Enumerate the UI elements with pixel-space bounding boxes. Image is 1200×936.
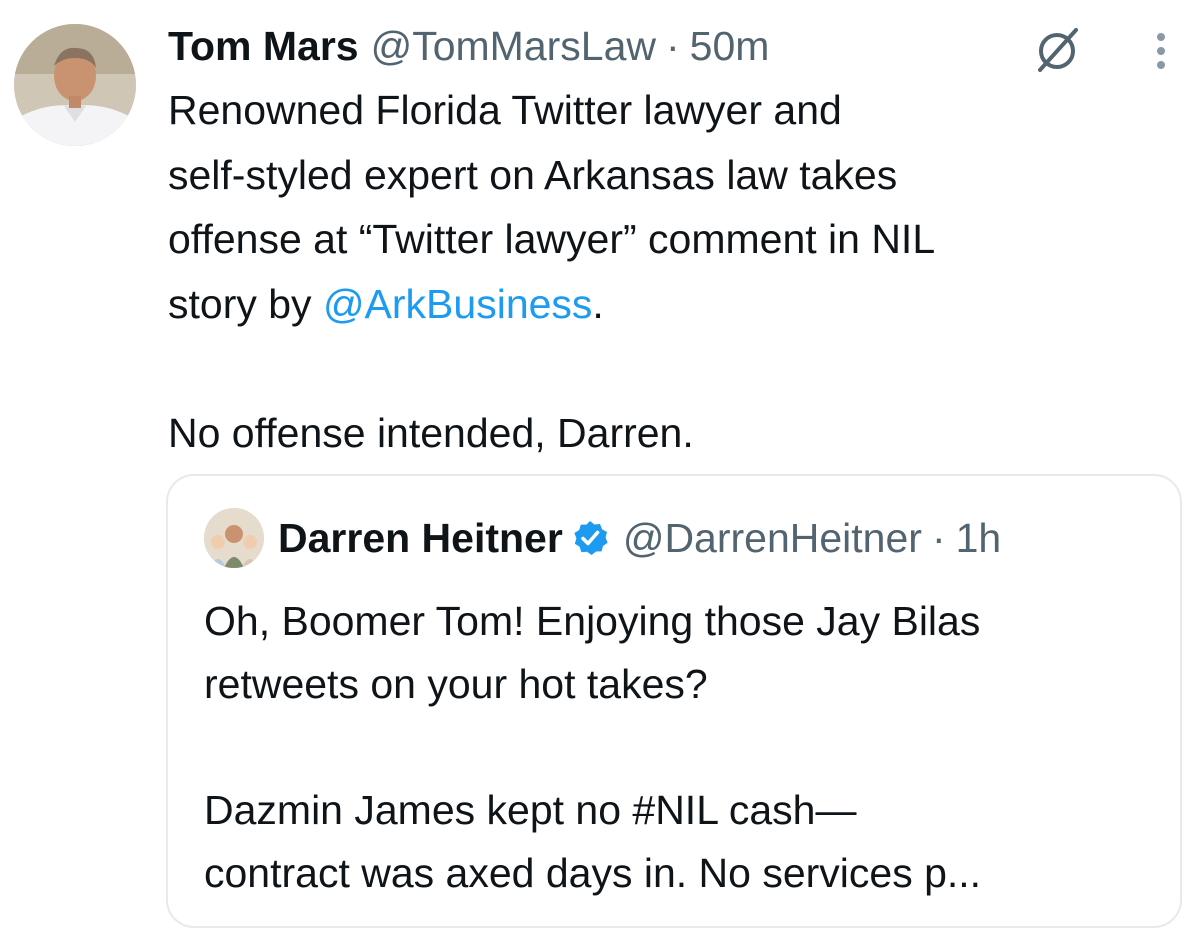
quoted-text-line: contract was axed days in. No services p… [204,850,982,896]
quoted-author-name: Darren Heitner [278,514,563,561]
slashed-circle-icon[interactable] [1030,22,1086,78]
quoted-text-line: Dazmin James kept no #NIL cash— [204,787,857,833]
more-vertical-icon[interactable] [1146,30,1176,72]
quoted-tweet-text: Oh, Boomer Tom! Enjoying those Jay Bilas… [204,590,1164,905]
quoted-tweet-timestamp: 1h [955,514,1002,561]
tweet-text-segment: story by [168,280,323,327]
quoted-tweet-card[interactable]: Darren Heitner @DarrenHeitner · 1h Oh, B… [166,474,1182,928]
quoted-author-handle: @DarrenHeitner [622,514,922,561]
tweet-timestamp[interactable]: 50m [690,18,770,74]
tweet-text-line: No offense intended, Darren. [168,409,694,456]
verified-badge-icon [574,521,608,555]
tweet-text-segment: . [592,280,604,327]
mention-link[interactable]: @ArkBusiness [323,281,592,327]
quoted-header-separator: · [931,514,946,561]
tweet-text-line: self-styled expert on Arkansas law takes [168,151,898,198]
quoted-author-avatar [204,508,264,568]
quoted-text-line: retweets on your hot takes? [204,661,708,707]
author-avatar[interactable] [14,24,136,146]
header-separator: · [666,23,680,69]
tweet-header: Tom Mars @TomMarsLaw · 50m [168,18,769,74]
author-name[interactable]: Tom Mars [168,18,359,74]
quoted-text-line: Oh, Boomer Tom! Enjoying those Jay Bilas [204,598,981,644]
tweet-text-line: offense at “Twitter lawyer” comment in N… [168,216,936,262]
author-handle[interactable]: @TomMarsLaw [371,18,656,74]
tweet-text-line: Renowned Florida Twitter lawyer and [168,87,842,133]
tweet-text-line: story by @ArkBusiness. [168,272,1168,337]
quoted-tweet-header: Darren Heitner @DarrenHeitner · 1h [278,510,1001,566]
tweet[interactable]: Tom Mars @TomMarsLaw · 50m Renowned Flor… [0,0,1200,936]
tweet-text: Renowned Florida Twitter lawyer and self… [168,78,1168,465]
